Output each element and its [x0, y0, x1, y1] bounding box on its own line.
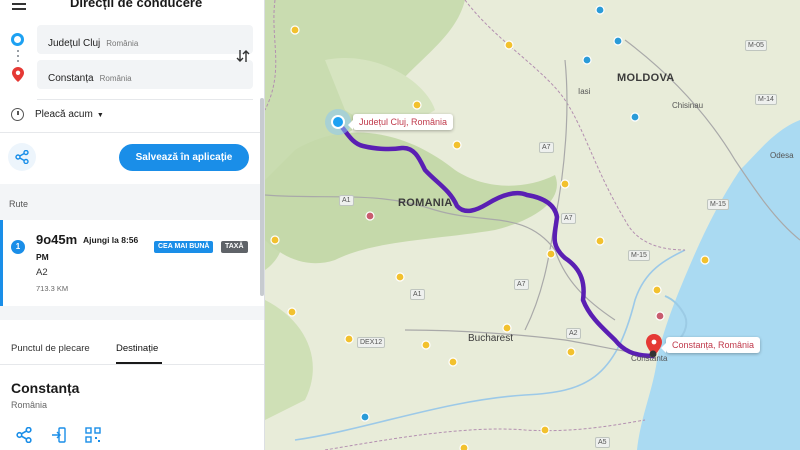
share-icon — [15, 150, 29, 164]
share-icon[interactable] — [16, 427, 32, 443]
origin-callout[interactable]: Județul Cluj, România — [347, 114, 454, 130]
road-shield: A7 — [514, 279, 529, 290]
route-distance: 713.3 KM — [36, 284, 69, 293]
divider — [0, 132, 264, 133]
road-shield: M-15 — [628, 250, 650, 261]
place-country: România — [11, 400, 48, 410]
panel-header: Direcții de conducere — [0, 0, 264, 14]
best-route-badge: CEA MAI BUNĂ — [154, 241, 214, 253]
origin-name: Județul Cluj — [48, 38, 101, 49]
destination-pin-icon — [12, 67, 24, 82]
destination-country: România — [99, 74, 132, 83]
active-tab-indicator — [116, 362, 162, 364]
route-option[interactable]: 1 9o45m Ajungi la 8:56 PM CEA MAI BUNĂ T… — [0, 220, 260, 306]
road-shield: DEX12 — [357, 337, 386, 348]
country-label-moldova: MOLDOVA — [617, 72, 675, 84]
routes-label: Rute — [9, 199, 29, 209]
road-shield: M-15 — [707, 199, 729, 210]
destination-callout[interactable]: Constanța, România — [660, 337, 761, 353]
road-shield: A1 — [339, 195, 354, 206]
origin-field[interactable]: Județul Cluj România — [37, 25, 253, 54]
country-label-romania: ROMANIA — [398, 197, 453, 209]
routes-header: Rute — [0, 184, 264, 220]
directions-panel: Direcții de conducere Județul Cluj Români… — [0, 0, 265, 450]
route-index: 1 — [11, 240, 25, 254]
route-arrival-suffix: PM — [36, 252, 49, 262]
save-in-app-button[interactable]: Salvează în aplicație — [119, 144, 249, 171]
city-label-bucharest: Bucharest — [468, 333, 514, 344]
route-road: A2 — [36, 267, 48, 278]
city-label-iasi: Iasi — [578, 87, 591, 96]
map-canvas[interactable]: MOLDOVA ROMANIA Bucharest Chisinau Iasi … — [265, 0, 800, 450]
road-shield: A5 — [595, 437, 610, 448]
toll-badge: TAXĂ — [221, 241, 248, 253]
depart-time-select[interactable]: Pleacă acum ▼ — [35, 109, 104, 120]
road-shield: A7 — [561, 213, 576, 224]
map-graphic — [265, 0, 800, 450]
road-shield: A7 — [539, 142, 554, 153]
city-label-constanta: Constanta — [631, 354, 668, 363]
route-duration: 9o45m — [36, 232, 78, 247]
city-label-odesa: Odesa — [770, 151, 794, 160]
section-gap — [0, 306, 264, 320]
route-arrival: Ajungi la 8:56 — [83, 235, 139, 245]
depart-label: Pleacă acum — [35, 109, 93, 120]
share-button[interactable] — [8, 143, 36, 171]
route-dots-icon — [17, 50, 19, 64]
place-title: Constanța — [11, 380, 80, 396]
clock-icon — [11, 108, 24, 121]
city-label-chisinau: Chisinau — [672, 101, 704, 110]
road-shield: A1 — [410, 289, 425, 300]
menu-icon[interactable] — [12, 0, 26, 10]
scrollbar[interactable] — [260, 98, 264, 296]
road-shield: A2 — [566, 328, 581, 339]
place-tabs: Punctul de plecare Destinație — [0, 320, 264, 365]
tab-start-point[interactable]: Punctul de plecare — [11, 343, 90, 354]
maps-app: Direcții de conducere Județul Cluj Români… — [0, 0, 800, 450]
destination-field[interactable]: Constanța România — [37, 60, 253, 89]
origin-country: România — [106, 39, 139, 48]
send-to-phone-icon[interactable] — [51, 427, 67, 443]
caret-down-icon: ▼ — [96, 112, 104, 119]
tab-destination[interactable]: Destinație — [116, 343, 158, 354]
road-shield: M-14 — [755, 94, 777, 105]
divider — [37, 99, 253, 100]
swap-icon[interactable] — [235, 48, 251, 64]
road-shield: M-05 — [745, 40, 767, 51]
qr-code-icon[interactable] — [85, 427, 101, 443]
panel-title: Direcții de conducere — [70, 0, 203, 10]
destination-name: Constanța — [48, 73, 94, 84]
origin-marker-icon — [11, 33, 24, 46]
